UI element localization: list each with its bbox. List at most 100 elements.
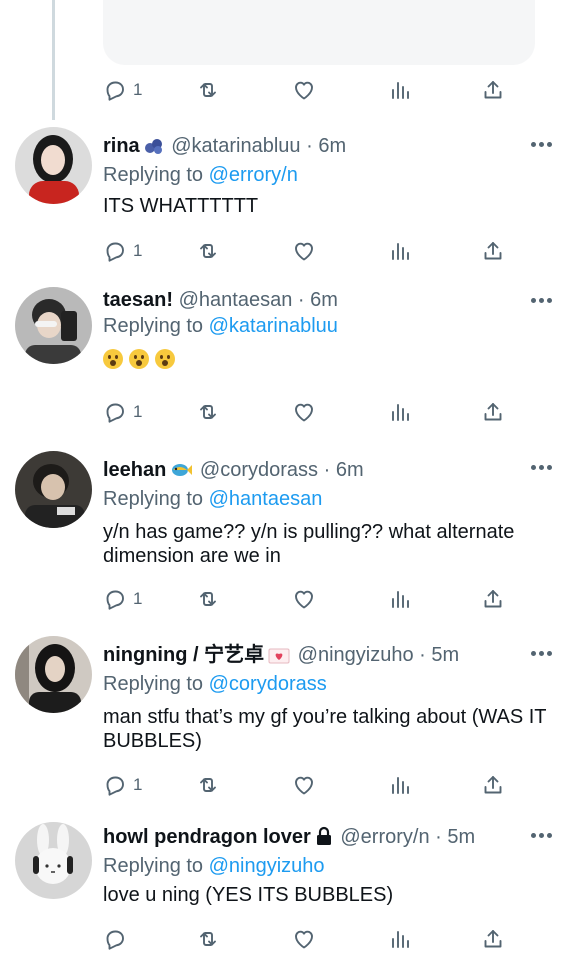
retweet-button[interactable] (196, 924, 220, 954)
heart-icon (292, 400, 316, 424)
views-icon (388, 927, 412, 951)
like-button[interactable] (292, 75, 316, 105)
timestamp[interactable]: 5m (447, 826, 475, 848)
timestamp[interactable]: 5m (431, 644, 459, 666)
reply-icon (103, 927, 127, 951)
like-button[interactable] (292, 770, 316, 800)
display-name[interactable]: leehan (103, 459, 166, 481)
share-icon (481, 78, 505, 102)
replying-label: Replying to (103, 673, 204, 695)
action-bar: 1 (103, 770, 523, 800)
replying-to: Replying to @ningyizuho (103, 853, 555, 879)
tweet-text: love u ning (YES ITS BUBBLES) (103, 884, 394, 906)
handle[interactable]: @corydorass (200, 459, 318, 481)
separator-dot: · (323, 459, 331, 481)
mention-link[interactable]: @hantaesan (209, 488, 323, 510)
more-options-icon[interactable] (531, 465, 553, 471)
mention-link[interactable]: @katarinabluu (209, 315, 338, 337)
like-button[interactable] (292, 924, 316, 954)
views-button[interactable] (388, 924, 412, 954)
views-icon (388, 773, 412, 797)
share-button[interactable] (481, 236, 505, 266)
retweet-button[interactable] (196, 584, 220, 614)
tweet-text: y/n has game?? y/n is pulling?? what alt… (103, 521, 515, 567)
mention-link[interactable]: @ningyizuho (209, 855, 325, 877)
reply-button[interactable]: 1 (103, 584, 142, 614)
timestamp[interactable]: 6m (318, 135, 346, 157)
views-button[interactable] (388, 75, 412, 105)
share-button[interactable] (481, 924, 505, 954)
action-bar: 1 (103, 397, 523, 427)
more-options-icon[interactable] (531, 298, 553, 304)
tweet-text: ITS WHATTTTTT (103, 195, 259, 217)
mention-link[interactable]: @errory/n (209, 164, 298, 186)
share-button[interactable] (481, 75, 505, 105)
media-card[interactable] (103, 0, 535, 65)
replying-label: Replying to (103, 855, 204, 877)
handle[interactable]: @katarinabluu (171, 135, 300, 157)
retweet-icon (196, 239, 220, 263)
like-button[interactable] (292, 397, 316, 427)
replying-to: Replying to @hantaesan (103, 486, 555, 512)
love-letter-icon (268, 645, 290, 671)
share-button[interactable] (481, 770, 505, 800)
reply-button[interactable]: 1 (103, 397, 142, 427)
share-button[interactable] (481, 584, 505, 614)
handle[interactable]: @ningyizuho (298, 644, 414, 666)
views-button[interactable] (388, 770, 412, 800)
heart-icon (292, 587, 316, 611)
reply-icon (103, 400, 127, 424)
retweet-icon (196, 78, 220, 102)
more-options-icon[interactable] (531, 142, 553, 148)
reply-button[interactable]: 1 (103, 770, 142, 800)
timestamp[interactable]: 6m (310, 289, 338, 311)
share-icon (481, 927, 505, 951)
reply-icon (103, 773, 127, 797)
retweet-icon (196, 773, 220, 797)
heart-icon (292, 927, 316, 951)
handle[interactable]: @errory/n (340, 826, 429, 848)
avatar[interactable] (15, 127, 92, 204)
like-button[interactable] (292, 236, 316, 266)
share-button[interactable] (481, 397, 505, 427)
reply-button[interactable]: 1 (103, 75, 142, 105)
astonished-face-icon (129, 349, 149, 369)
views-icon (388, 78, 412, 102)
action-bar: 1 (103, 584, 523, 614)
display-name[interactable]: taesan! (103, 289, 173, 311)
avatar[interactable] (15, 636, 92, 713)
tweet-emojis (103, 349, 555, 369)
like-button[interactable] (292, 584, 316, 614)
retweet-button[interactable] (196, 770, 220, 800)
reply-button[interactable] (103, 924, 127, 954)
avatar[interactable] (15, 287, 92, 364)
views-button[interactable] (388, 397, 412, 427)
replying-label: Replying to (103, 164, 204, 186)
retweet-button[interactable] (196, 75, 220, 105)
display-name[interactable]: rina (103, 135, 140, 157)
separator-dot: · (419, 644, 426, 666)
reply-count: 1 (133, 241, 143, 260)
timestamp[interactable]: 6m (336, 459, 364, 481)
separator-dot: · (297, 289, 305, 311)
views-icon (388, 400, 412, 424)
more-options-icon[interactable] (531, 833, 553, 839)
share-icon (481, 773, 505, 797)
replying-label: Replying to (103, 315, 204, 337)
display-name[interactable]: ningning / 宁艺卓 (103, 644, 264, 666)
action-bar: 1 (103, 236, 523, 266)
avatar[interactable] (15, 822, 92, 899)
mention-link[interactable]: @corydorass (209, 673, 327, 695)
reply-button[interactable]: 1 (103, 236, 142, 266)
share-icon (481, 587, 505, 611)
views-button[interactable] (388, 236, 412, 266)
retweet-button[interactable] (196, 397, 220, 427)
reply-icon (103, 239, 127, 263)
more-options-icon[interactable] (531, 651, 553, 657)
handle[interactable]: @hantaesan (179, 289, 293, 311)
avatar[interactable] (15, 451, 92, 528)
retweet-button[interactable] (196, 236, 220, 266)
views-button[interactable] (388, 584, 412, 614)
thread-connector-line (52, 0, 55, 120)
display-name[interactable]: howl pendragon lover (103, 826, 311, 848)
